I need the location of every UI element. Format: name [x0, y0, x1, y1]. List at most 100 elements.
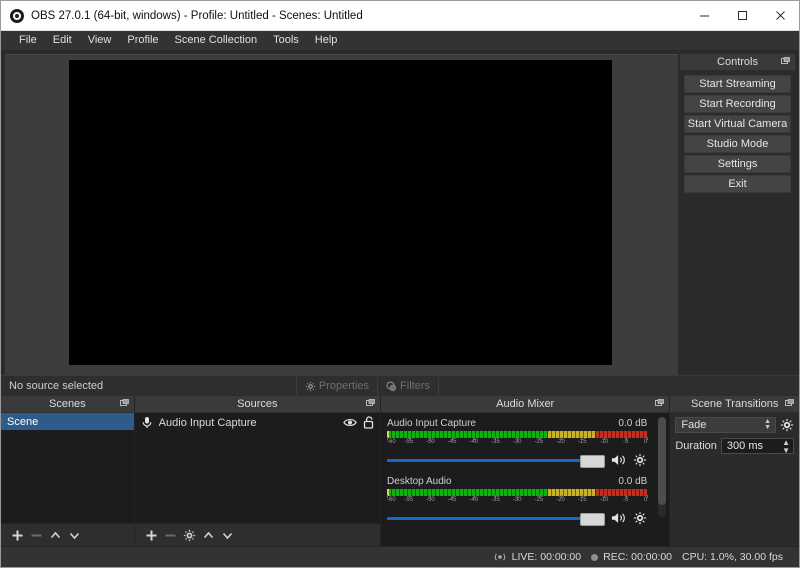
scenes-dock-title: Scenes — [49, 398, 86, 410]
meter-scale: -60-55-50-45-40-35-30-25-20-15-10-50 — [387, 497, 647, 507]
channel-controls — [387, 511, 647, 525]
filters-button[interactable]: Filters — [377, 377, 439, 395]
move-scene-up-button[interactable] — [47, 527, 64, 544]
audio-mixer-dock: Audio Mixer Audio Input Capture 0.0 dB — [381, 396, 670, 546]
mute-button[interactable] — [611, 453, 627, 467]
preview-region: Controls Start Streaming Start Recording… — [1, 51, 799, 375]
remove-source-button[interactable] — [162, 527, 179, 544]
channel-name: Audio Input Capture — [387, 418, 476, 429]
gear-icon — [633, 511, 647, 525]
studio-mode-button[interactable]: Studio Mode — [684, 135, 791, 153]
preview-area[interactable] — [5, 54, 678, 375]
sources-dock-title: Sources — [237, 398, 277, 410]
maximize-icon[interactable] — [723, 1, 761, 30]
scale-tick-label: -35 — [491, 439, 500, 445]
start-recording-button[interactable]: Start Recording — [684, 95, 791, 113]
menu-bar: File Edit View Profile Scene Collection … — [1, 31, 799, 51]
duration-label: Duration — [675, 440, 717, 452]
channel-header: Audio Input Capture 0.0 dB — [387, 418, 647, 429]
menu-item-help[interactable]: Help — [307, 31, 346, 50]
add-source-button[interactable] — [143, 527, 160, 544]
eye-icon[interactable] — [343, 417, 357, 428]
menu-item-edit[interactable]: Edit — [45, 31, 80, 50]
title-bar: OBS 27.0.1 (64-bit, windows) - Profile: … — [1, 1, 799, 31]
popout-icon[interactable] — [366, 399, 375, 407]
scenes-list[interactable]: Scene — [1, 413, 134, 523]
exit-button[interactable]: Exit — [684, 175, 791, 193]
mixer-channel-desktop-audio: Desktop Audio 0.0 dB -60-55-50-45-40-35-… — [381, 471, 669, 529]
transition-value: Fade — [681, 419, 706, 431]
controls-dock-header: Controls — [680, 54, 795, 71]
scale-tick-line — [647, 437, 648, 440]
menu-item-tools[interactable]: Tools — [265, 31, 307, 50]
scene-name: Scene — [7, 416, 38, 428]
preview-canvas[interactable] — [69, 60, 612, 365]
minimize-icon[interactable] — [685, 1, 723, 30]
scale-tick-label: -45 — [448, 497, 457, 503]
popout-icon[interactable] — [120, 399, 129, 407]
spinner-arrows-icon[interactable]: ▲▼ — [782, 439, 790, 455]
volume-slider-handle[interactable] — [580, 455, 605, 468]
move-scene-down-button[interactable] — [66, 527, 83, 544]
lock-open-icon[interactable] — [363, 416, 374, 429]
chevron-updown-icon: ▲▼ — [764, 419, 771, 431]
scale-tick-label: -40 — [469, 439, 478, 445]
volume-slider[interactable] — [387, 513, 605, 523]
list-item[interactable]: Audio Input Capture — [135, 413, 380, 432]
popout-icon[interactable] — [655, 399, 664, 407]
move-source-up-button[interactable] — [200, 527, 217, 544]
gear-icon — [305, 381, 316, 392]
menu-item-file[interactable]: File — [11, 31, 45, 50]
rec-status: REC: 00:00:00 — [591, 551, 672, 563]
volume-slider-handle[interactable] — [580, 513, 605, 526]
start-streaming-button[interactable]: Start Streaming — [684, 75, 791, 93]
scale-tick-label: -60 — [387, 497, 396, 503]
plus-icon — [11, 529, 24, 542]
scale-tick-label: -55 — [404, 497, 413, 503]
menu-item-profile[interactable]: Profile — [119, 31, 166, 50]
sources-dock: Sources Audio Input Capture — [135, 396, 381, 546]
sources-list[interactable]: Audio Input Capture — [135, 413, 380, 523]
scale-tick-label: -15 — [578, 439, 587, 445]
scale-tick-label: -10 — [600, 497, 609, 503]
window-controls — [685, 1, 799, 30]
popout-icon[interactable] — [785, 399, 794, 407]
scale-tick-label: -25 — [535, 439, 544, 445]
duration-input[interactable]: 300 ms ▲▼ — [721, 438, 794, 454]
mute-button[interactable] — [611, 511, 627, 525]
scale-tick-label: -25 — [535, 497, 544, 503]
add-scene-button[interactable] — [9, 527, 26, 544]
channel-settings-button[interactable] — [633, 511, 647, 525]
channel-settings-button[interactable] — [633, 453, 647, 467]
gear-icon — [633, 453, 647, 467]
list-item[interactable]: Scene — [1, 413, 134, 430]
settings-button[interactable]: Settings — [684, 155, 791, 173]
properties-button[interactable]: Properties — [296, 377, 377, 395]
transition-duration-row: Duration 300 ms ▲▼ — [675, 438, 794, 454]
volume-slider[interactable] — [387, 455, 605, 465]
menu-item-view[interactable]: View — [80, 31, 120, 50]
chevron-up-icon — [202, 529, 215, 542]
popout-icon[interactable] — [781, 57, 790, 65]
live-status: LIVE: 00:00:00 — [493, 551, 581, 563]
mixer-scrollbar[interactable] — [658, 417, 666, 517]
start-virtual-camera-button[interactable]: Start Virtual Camera — [684, 115, 791, 133]
move-source-down-button[interactable] — [219, 527, 236, 544]
controls-dock-title: Controls — [717, 56, 758, 68]
gear-icon — [183, 529, 196, 542]
transition-select[interactable]: Fade ▲▼ — [675, 417, 776, 433]
mixer-channel-audio-input-capture: Audio Input Capture 0.0 dB -60-55-50-45-… — [381, 413, 669, 471]
remove-scene-button[interactable] — [28, 527, 45, 544]
dock-row: Scenes Scene — [1, 396, 799, 546]
close-icon[interactable] — [761, 1, 799, 30]
transition-settings-button[interactable] — [780, 418, 794, 432]
chevron-down-icon — [221, 529, 234, 542]
audio-mixer-body: Audio Input Capture 0.0 dB -60-55-50-45-… — [381, 413, 669, 546]
meter-scale: -60-55-50-45-40-35-30-25-20-15-10-50 — [387, 439, 647, 449]
menu-item-scene-collection[interactable]: Scene Collection — [167, 31, 266, 50]
properties-label: Properties — [319, 380, 369, 392]
chevron-up-icon — [49, 529, 62, 542]
minus-icon — [30, 529, 43, 542]
gear-icon — [780, 418, 794, 432]
source-properties-button[interactable] — [181, 527, 198, 544]
